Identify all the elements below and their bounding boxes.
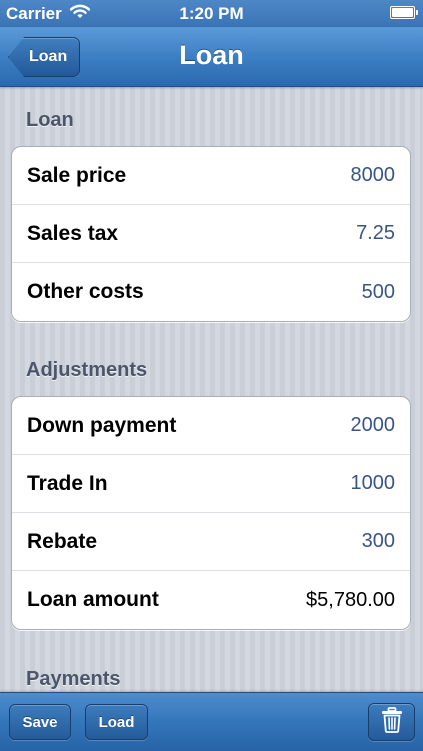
loan-group: Sale price 8000 Sales tax 7.25 Other cos… — [11, 146, 411, 322]
status-time: 1:20 PM — [0, 4, 423, 24]
navigation-bar: Loan Loan — [0, 27, 423, 87]
other-costs-value[interactable]: 500 — [362, 281, 395, 304]
page-title: Loan — [0, 40, 423, 71]
rebate-value[interactable]: 300 — [362, 530, 395, 553]
row-label: Down payment — [27, 414, 176, 438]
row-sale-price[interactable]: Sale price 8000 — [12, 147, 410, 205]
row-trade-in[interactable]: Trade In 1000 — [12, 455, 410, 513]
trade-in-value[interactable]: 1000 — [351, 472, 396, 495]
row-down-payment[interactable]: Down payment 2000 — [12, 397, 410, 455]
sales-tax-value[interactable]: 7.25 — [356, 222, 395, 245]
section-header-loan: Loan — [26, 109, 74, 132]
adjustments-group: Down payment 2000 Trade In 1000 Rebate 3… — [11, 396, 411, 630]
row-other-costs[interactable]: Other costs 500 — [12, 263, 410, 321]
section-header-payments: Payments — [26, 668, 121, 691]
row-sales-tax[interactable]: Sales tax 7.25 — [12, 205, 410, 263]
sale-price-value[interactable]: 8000 — [351, 164, 396, 187]
load-button-label: Load — [99, 714, 135, 731]
delete-button[interactable] — [368, 703, 415, 741]
trash-icon — [381, 707, 403, 737]
row-label: Rebate — [27, 530, 97, 554]
row-label: Loan amount — [27, 588, 159, 612]
down-payment-value[interactable]: 2000 — [351, 414, 396, 437]
row-label: Sales tax — [27, 222, 118, 246]
loan-amount-value: $5,780.00 — [306, 589, 395, 612]
row-rebate[interactable]: Rebate 300 — [12, 513, 410, 571]
row-loan-amount: Loan amount $5,780.00 — [12, 571, 410, 629]
save-button[interactable]: Save — [9, 704, 71, 740]
load-button[interactable]: Load — [85, 704, 148, 740]
save-button-label: Save — [22, 714, 57, 731]
row-label: Sale price — [27, 164, 126, 188]
battery-icon — [390, 6, 415, 19]
status-bar: Carrier 1:20 PM — [0, 0, 423, 27]
bottom-toolbar: Save Load — [0, 692, 423, 751]
row-label: Trade In — [27, 472, 108, 496]
section-header-adjustments: Adjustments — [26, 359, 147, 382]
row-label: Other costs — [27, 280, 144, 304]
